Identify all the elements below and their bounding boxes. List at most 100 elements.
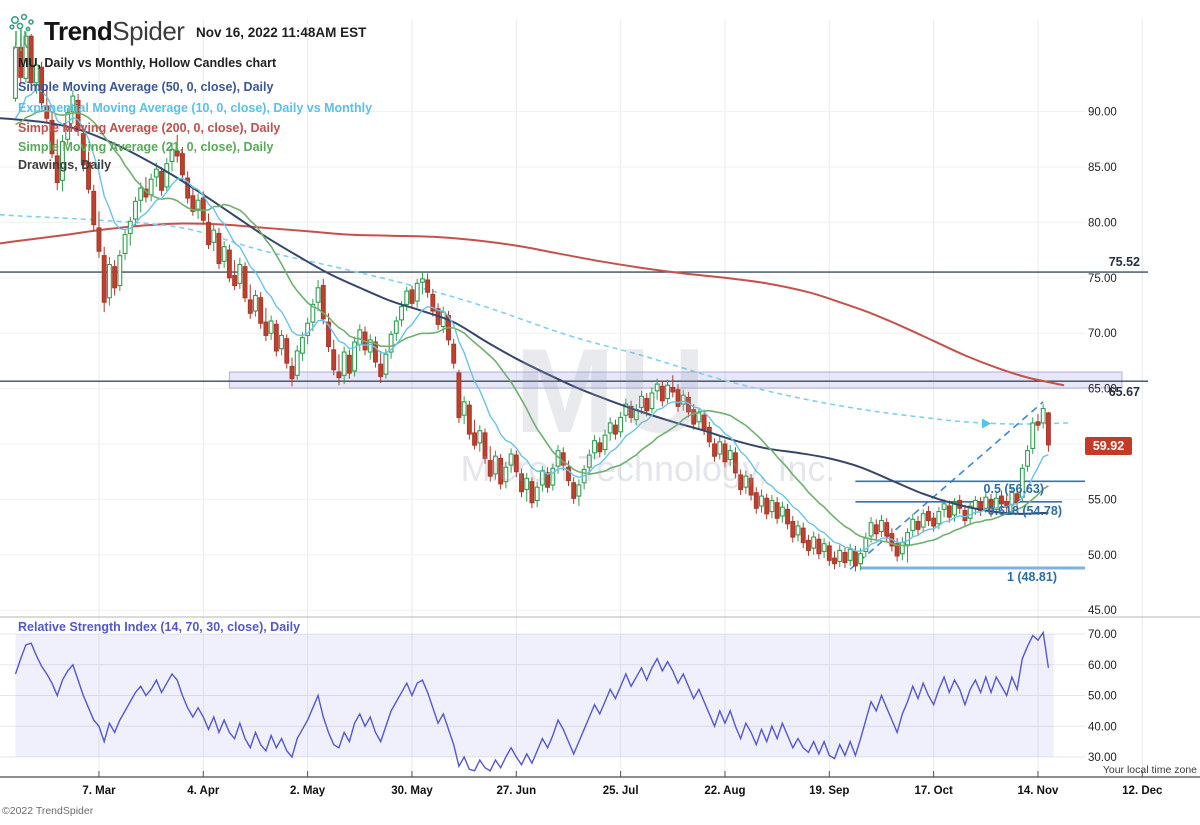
chart-timestamp: Nov 16, 2022 11:48AM EST (196, 25, 366, 40)
candle-body (316, 288, 320, 302)
legend-symbol-title[interactable]: MU, Daily vs Monthly, Hollow Candles cha… (18, 56, 276, 70)
candle-body (973, 501, 977, 509)
candle-body (462, 402, 466, 415)
rsi-axis-label: 50.00 (1088, 691, 1117, 703)
candle-body (415, 283, 419, 301)
price-axis-label: 85.00 (1088, 162, 1117, 174)
x-axis-tick-label: 17. Oct (914, 785, 953, 797)
candle-body (942, 504, 946, 510)
arrow-right-icon (982, 419, 991, 429)
candle-body (827, 546, 831, 560)
candle-body (452, 344, 456, 363)
price-axis-label: 80.00 (1088, 217, 1117, 229)
candle-body (14, 47, 18, 98)
candle-body (478, 431, 482, 443)
candle-body (906, 533, 910, 545)
candle-body (848, 549, 852, 560)
copyright: ©2022 TrendSpider (2, 805, 93, 817)
candle-body (780, 507, 784, 516)
candle-body (97, 228, 101, 251)
candle-body (196, 200, 200, 209)
candle-body (911, 519, 915, 530)
candle-body (108, 265, 112, 298)
candle-body (134, 201, 138, 219)
candle-body (274, 324, 278, 351)
x-axis-tick-label: 30. May (391, 785, 433, 797)
candle-body (791, 522, 795, 538)
candle-body (259, 298, 263, 323)
candle-body (264, 322, 268, 335)
trendspider-app: 7. Mar4. Apr2. May30. May27. Jun25. Jul2… (0, 0, 1200, 825)
x-axis-tick-label: 4. Apr (187, 785, 220, 797)
candle-body (394, 321, 398, 333)
candle-body (869, 523, 873, 536)
watermark-symbol: MU (515, 322, 710, 460)
rsi-axis-label: 30.00 (1088, 752, 1117, 764)
candle-body (807, 540, 811, 550)
candle-body (243, 267, 247, 298)
candle-body (254, 296, 258, 312)
legend-sma50[interactable]: Simple Moving Average (50, 0, close), Da… (18, 80, 273, 94)
candle-body (285, 339, 289, 363)
trendspider-logo[interactable]: TrendSpider (44, 16, 184, 47)
candle-body (139, 188, 143, 200)
x-axis-tick-label: 2. May (290, 785, 326, 797)
candle-body (765, 498, 769, 514)
x-axis-tick-label: 14. Nov (1018, 785, 1060, 797)
candle-body (337, 372, 341, 378)
candle-body (754, 493, 758, 509)
rsi-indicator-label[interactable]: Relative Strength Index (14, 70, 30, clo… (18, 620, 300, 634)
candle-body (118, 256, 122, 286)
candle-body (900, 543, 904, 554)
candle-body (295, 351, 299, 375)
candle-body (786, 509, 790, 523)
candle-body (880, 520, 884, 531)
candle-body (207, 222, 211, 244)
legend-sma21[interactable]: Simple Moving Average (21, 0, close), Da… (18, 140, 273, 154)
candle-body (916, 522, 920, 530)
x-axis-tick-label: 12. Dec (1122, 785, 1163, 797)
candle-body (410, 290, 414, 303)
x-axis-tick-label: 7. Mar (82, 785, 116, 797)
fib-label-05: 0.5 (56.63) (984, 482, 1044, 496)
candle-body (102, 256, 106, 303)
price-axis-label: 75.00 (1088, 273, 1117, 285)
candle-body (1036, 422, 1040, 425)
watermark-company: Micron Technology, Inc. (461, 448, 836, 490)
candle-body (853, 551, 857, 565)
candle-body (384, 354, 388, 374)
candle-body (859, 554, 863, 564)
rsi-axis-label: 40.00 (1088, 721, 1117, 733)
candle-body (760, 496, 764, 506)
candle-body (843, 553, 847, 563)
price-axis-label: 70.00 (1088, 328, 1117, 340)
candle-body (181, 154, 185, 175)
candle-body (222, 247, 226, 261)
candle-body (154, 169, 158, 177)
candle-body (347, 355, 351, 373)
candle-body (1047, 413, 1051, 445)
level-label-7552: 75.52 (1082, 255, 1140, 269)
price-axis-label: 90.00 (1088, 107, 1117, 119)
candle-body (817, 539, 821, 553)
legend-sma200[interactable]: Simple Moving Average (200, 0, close), D… (18, 121, 280, 135)
x-axis-tick-label: 22. Aug (704, 785, 745, 797)
candle-body (301, 338, 305, 354)
timezone-note[interactable]: Your local time zone (1103, 764, 1197, 776)
candle-body (467, 405, 471, 434)
candle-body (927, 512, 931, 521)
candle-body (932, 518, 936, 526)
candle-body (822, 544, 826, 552)
candle-body (812, 537, 816, 548)
rsi-band (16, 634, 1054, 757)
candle-body (212, 230, 216, 242)
candle-body (1000, 496, 1004, 504)
trendspider-logo-icon (8, 13, 42, 53)
candle-body (838, 550, 842, 561)
candle-body (405, 291, 409, 304)
candle-body (963, 510, 967, 520)
legend-drawings[interactable]: Drawings, Daily (18, 158, 111, 172)
candle-body (165, 164, 169, 187)
candle-body (874, 525, 878, 534)
legend-ema10[interactable]: Exponential Moving Average (10, 0, close… (18, 101, 372, 115)
